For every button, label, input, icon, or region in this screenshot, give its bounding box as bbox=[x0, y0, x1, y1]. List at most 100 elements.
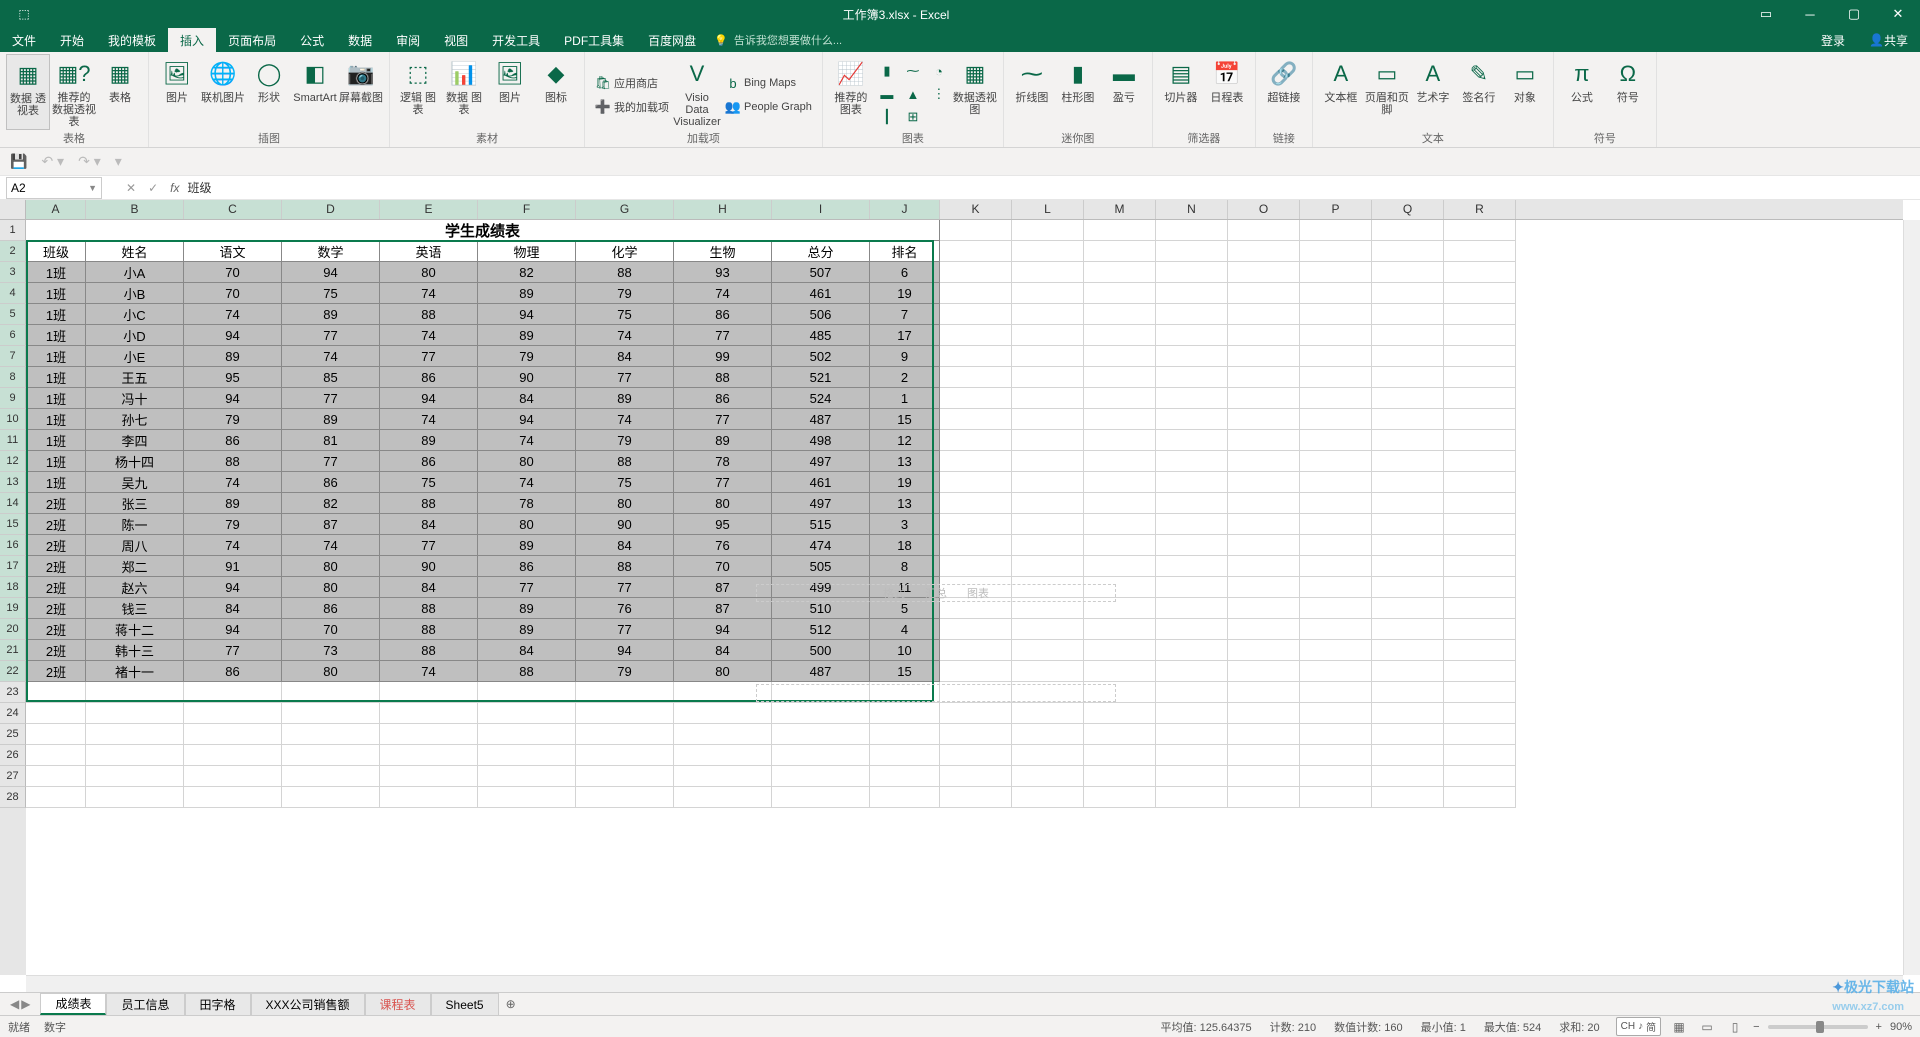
cell[interactable] bbox=[870, 745, 940, 766]
cell[interactable] bbox=[1444, 493, 1516, 514]
cell[interactable] bbox=[1444, 367, 1516, 388]
row-header[interactable]: 26 bbox=[0, 745, 26, 766]
view-page-layout-button[interactable]: ▭ bbox=[1697, 1018, 1717, 1036]
column-header[interactable]: P bbox=[1300, 200, 1372, 219]
cell[interactable] bbox=[1012, 661, 1084, 682]
cell[interactable] bbox=[940, 535, 1012, 556]
table-cell[interactable]: 86 bbox=[674, 304, 772, 325]
cell[interactable] bbox=[940, 724, 1012, 745]
cell[interactable] bbox=[1372, 640, 1444, 661]
redo-button[interactable]: ↷ ▾ bbox=[78, 153, 101, 170]
cell[interactable] bbox=[1300, 703, 1372, 724]
cell[interactable] bbox=[1156, 619, 1228, 640]
app-store-button[interactable]: 🛍应用商店 bbox=[591, 72, 673, 94]
cell[interactable] bbox=[1300, 262, 1372, 283]
cell[interactable] bbox=[1228, 745, 1300, 766]
table-cell[interactable]: 郑二 bbox=[86, 556, 184, 577]
table-cell[interactable]: 80 bbox=[380, 262, 478, 283]
cell[interactable] bbox=[870, 724, 940, 745]
cell[interactable] bbox=[1084, 682, 1156, 703]
cell[interactable] bbox=[940, 640, 1012, 661]
table-cell[interactable]: 1 bbox=[870, 388, 940, 409]
cell[interactable] bbox=[1444, 703, 1516, 724]
cell[interactable] bbox=[870, 787, 940, 808]
cell[interactable] bbox=[940, 514, 1012, 535]
table-cell[interactable]: 80 bbox=[576, 493, 674, 514]
cell[interactable] bbox=[380, 703, 478, 724]
table-cell[interactable]: 88 bbox=[478, 661, 576, 682]
table-cell[interactable]: 77 bbox=[184, 640, 282, 661]
cell[interactable] bbox=[1372, 598, 1444, 619]
cell[interactable] bbox=[1156, 220, 1228, 241]
table-cell[interactable]: 9 bbox=[870, 346, 940, 367]
cell[interactable] bbox=[1372, 388, 1444, 409]
cell[interactable] bbox=[1156, 535, 1228, 556]
table-cell[interactable]: 17 bbox=[870, 325, 940, 346]
cell[interactable] bbox=[26, 766, 86, 787]
table-cell[interactable]: 2班 bbox=[26, 661, 86, 682]
row-header[interactable]: 3 bbox=[0, 262, 26, 283]
table-cell[interactable]: 84 bbox=[478, 388, 576, 409]
cell[interactable] bbox=[940, 409, 1012, 430]
table-cell[interactable]: 521 bbox=[772, 367, 870, 388]
people-graph-button[interactable]: 👥People Graph bbox=[721, 96, 816, 118]
timeline-button[interactable]: 📅日程表 bbox=[1205, 54, 1249, 130]
table-cell[interactable]: 1班 bbox=[26, 346, 86, 367]
table-cell[interactable]: 88 bbox=[576, 451, 674, 472]
shapes-button[interactable]: ◯形状 bbox=[247, 54, 291, 130]
row-header[interactable]: 28 bbox=[0, 787, 26, 808]
cell[interactable] bbox=[1156, 325, 1228, 346]
row-header[interactable]: 1 bbox=[0, 220, 26, 241]
table-cell[interactable]: 10 bbox=[870, 640, 940, 661]
cell[interactable] bbox=[674, 703, 772, 724]
cell[interactable] bbox=[1300, 766, 1372, 787]
table-cell[interactable]: 褚十一 bbox=[86, 661, 184, 682]
cell[interactable] bbox=[1228, 640, 1300, 661]
cell[interactable] bbox=[282, 724, 380, 745]
cell[interactable] bbox=[1444, 724, 1516, 745]
table-cell[interactable]: 94 bbox=[282, 262, 380, 283]
table-cell[interactable]: 80 bbox=[282, 556, 380, 577]
table-cell[interactable]: 80 bbox=[282, 661, 380, 682]
table-cell[interactable]: 512 bbox=[772, 619, 870, 640]
cell[interactable] bbox=[1084, 640, 1156, 661]
table-title-cell[interactable]: 学生成绩表 bbox=[26, 220, 940, 241]
table-cell[interactable]: 90 bbox=[576, 514, 674, 535]
undo-button[interactable]: ↶ ▾ bbox=[41, 153, 64, 170]
table-cell[interactable]: 79 bbox=[576, 283, 674, 304]
name-box[interactable]: A2▼ bbox=[6, 177, 102, 199]
table-cell[interactable]: 88 bbox=[380, 493, 478, 514]
table-cell[interactable]: 77 bbox=[380, 535, 478, 556]
cell[interactable] bbox=[1372, 787, 1444, 808]
column-header[interactable]: R bbox=[1444, 200, 1516, 219]
save-button[interactable]: 💾 bbox=[10, 153, 27, 170]
table-cell[interactable]: 74 bbox=[380, 661, 478, 682]
cell[interactable] bbox=[1012, 346, 1084, 367]
cell[interactable] bbox=[1444, 283, 1516, 304]
table-cell[interactable]: 6 bbox=[870, 262, 940, 283]
cell[interactable] bbox=[478, 787, 576, 808]
cell[interactable] bbox=[940, 241, 1012, 262]
column-header[interactable]: M bbox=[1084, 200, 1156, 219]
my-addins-button[interactable]: ➕我的加载项 bbox=[591, 96, 673, 118]
cell[interactable] bbox=[1372, 325, 1444, 346]
cell[interactable] bbox=[1228, 346, 1300, 367]
table-cell[interactable]: 84 bbox=[674, 640, 772, 661]
table-cell[interactable]: 79 bbox=[576, 661, 674, 682]
cell[interactable] bbox=[940, 304, 1012, 325]
table-cell[interactable]: 78 bbox=[674, 451, 772, 472]
cell[interactable] bbox=[1156, 556, 1228, 577]
table-cell[interactable]: 1班 bbox=[26, 388, 86, 409]
table-cell[interactable]: 88 bbox=[380, 598, 478, 619]
cell[interactable] bbox=[1444, 325, 1516, 346]
cell[interactable] bbox=[674, 682, 772, 703]
table-cell[interactable]: 1班 bbox=[26, 430, 86, 451]
table-cell[interactable]: 2班 bbox=[26, 493, 86, 514]
table-cell[interactable]: 86 bbox=[674, 388, 772, 409]
table-cell[interactable]: 74 bbox=[184, 304, 282, 325]
ime-indicator[interactable]: CH♪简 bbox=[1616, 1017, 1661, 1036]
cell[interactable] bbox=[1012, 325, 1084, 346]
table-cell[interactable]: 小A bbox=[86, 262, 184, 283]
material-datachart-button[interactable]: 📊数据 图表 bbox=[442, 54, 486, 130]
cell[interactable] bbox=[1372, 682, 1444, 703]
